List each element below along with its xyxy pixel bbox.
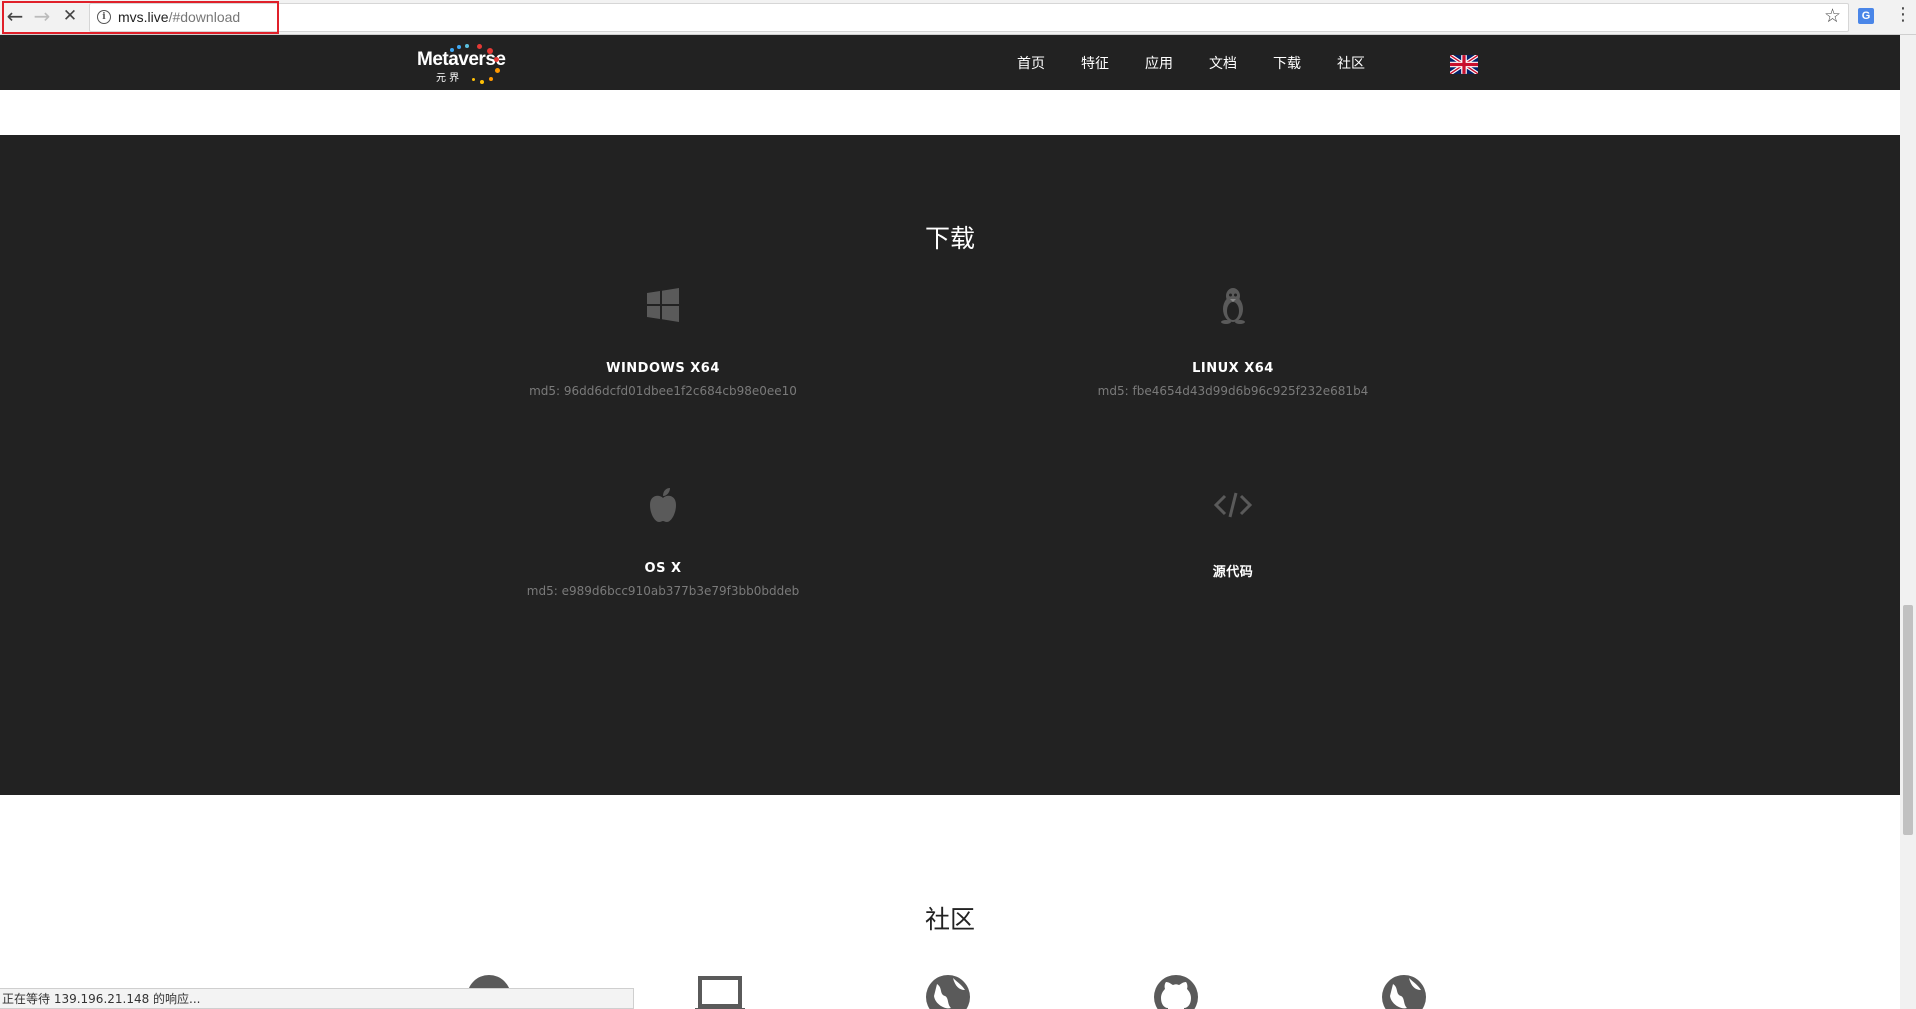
nav-item-home[interactable]: 首页 [1017, 53, 1045, 73]
download-name: WINDOWS X64 [606, 361, 720, 376]
nav-item-features[interactable]: 特征 [1081, 53, 1109, 73]
download-section: 下载 WINDOWS X64 md5: 96dd6dcfd01dbee1f2c6… [0, 135, 1900, 795]
page-scrollbar[interactable] [1900, 35, 1916, 1009]
logo-dot [450, 48, 454, 52]
github-icon[interactable] [1149, 970, 1203, 1009]
download-item-source[interactable]: 源代码 [1033, 485, 1433, 588]
windows-icon [647, 288, 679, 322]
nav-item-community[interactable]: 社区 [1337, 53, 1365, 73]
uk-flag-icon[interactable] [1450, 55, 1478, 74]
download-title: 下载 [924, 224, 975, 253]
star-icon[interactable]: ☆ [1824, 5, 1841, 27]
download-md5: md5: 96dd6dcfd01dbee1f2c684cb98e0ee10 [529, 384, 797, 398]
download-item-linux[interactable]: LINUX X64 md5: fbe4654d43d99d6b96c925f23… [1033, 285, 1433, 398]
white-spacer [0, 90, 1900, 135]
site-navbar: Metaverse 元 界 首页 特征 应用 文档 下载 社区 [0, 35, 1900, 90]
download-name: 源代码 [1212, 565, 1254, 580]
apple-icon [650, 488, 676, 522]
community-section: 社区 [0, 795, 1900, 1009]
scrollbar-thumb[interactable] [1903, 605, 1913, 835]
nav-item-download[interactable]: 下载 [1273, 53, 1301, 73]
download-item-osx[interactable]: OS X md5: e989d6bcc910ab377b3e79f3bb0bdd… [463, 485, 863, 598]
code-icon [1213, 492, 1253, 518]
download-name: OS X [644, 561, 682, 576]
download-item-windows[interactable]: WINDOWS X64 md5: 96dd6dcfd01dbee1f2c684c… [463, 285, 863, 398]
browser-status-bar: 正在等待 139.196.21.148 的响应... [0, 988, 634, 1009]
browser-toolbar: ← → ✕ i mvs.live/#download ☆ G ⋮ [0, 0, 1916, 35]
translate-icon[interactable]: G [1858, 8, 1874, 24]
laptop-icon[interactable] [693, 970, 747, 1009]
logo-subtitle: 元 界 [436, 73, 460, 84]
nav-item-docs[interactable]: 文档 [1209, 53, 1237, 73]
logo-dot [480, 80, 484, 84]
logo-dot [487, 48, 493, 54]
logo-dot [489, 77, 493, 81]
download-md5: md5: fbe4654d43d99d6b96c925f232e681b4 [1097, 384, 1369, 398]
download-md5: md5: e989d6bcc910ab377b3e79f3bb0bddeb [526, 584, 800, 598]
logo-dot [465, 44, 469, 48]
highlight-annotation [2, 1, 279, 34]
address-bar[interactable]: i mvs.live/#download [89, 3, 1849, 32]
download-name: LINUX X64 [1192, 361, 1274, 376]
logo-dot [457, 45, 461, 49]
page-viewport: Metaverse 元 界 首页 特征 应用 文档 下载 社区 下载 WINDO… [0, 35, 1900, 1009]
linux-icon [1221, 288, 1245, 324]
globe-icon-2[interactable] [1377, 970, 1431, 1009]
logo-dot [495, 68, 500, 73]
kebab-menu-icon[interactable]: ⋮ [1894, 6, 1912, 24]
logo-dot [477, 44, 482, 49]
site-logo[interactable]: Metaverse 元 界 [417, 40, 522, 85]
community-title: 社区 [924, 905, 975, 934]
globe-icon[interactable] [921, 970, 975, 1009]
logo-dot [472, 78, 475, 81]
nav-item-apps[interactable]: 应用 [1145, 53, 1173, 73]
logo-dot [494, 57, 499, 62]
nav-menu: 首页 特征 应用 文档 下载 社区 [1017, 53, 1401, 73]
